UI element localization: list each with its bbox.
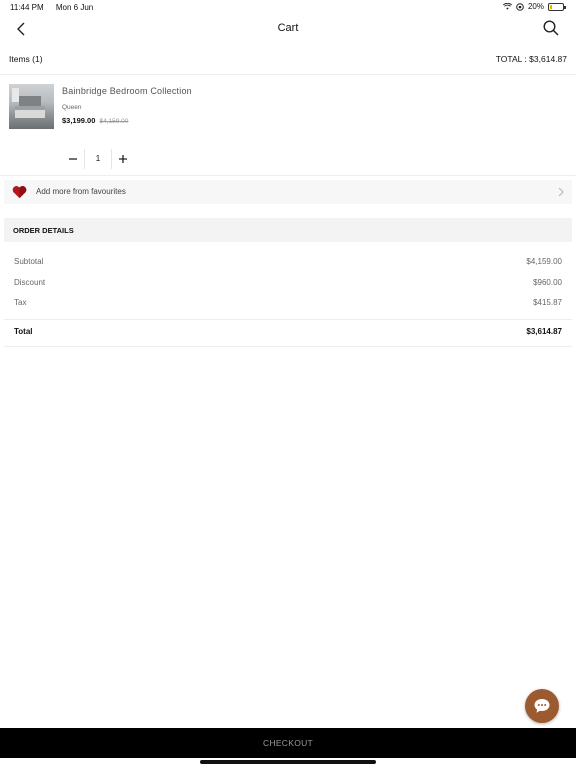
total-value: $3,614.87 [529,54,567,64]
battery-fill [550,4,553,9]
status-right: 20% [502,2,566,11]
wifi-icon [502,3,512,10]
tax-value: $415.87 [533,298,562,307]
image-window [12,88,19,102]
items-count: Items (1) [9,54,43,64]
chevron-right-icon [558,187,564,197]
orientation-lock-icon [516,2,524,11]
product-name[interactable]: Bainbridge Bedroom Collection [62,86,192,96]
checkout-button[interactable]: CHECKOUT [0,728,576,758]
favourites-label: Add more from favourites [36,187,126,196]
home-indicator[interactable] [200,760,376,764]
tax-label: Tax [14,298,27,307]
heart-icon [12,186,27,199]
price-original: $4,159.00 [99,118,129,125]
search-icon[interactable] [542,19,560,37]
total-label: TOTAL : [495,54,527,64]
status-time: 11:44 PM [10,3,44,12]
product-image[interactable] [9,84,54,129]
order-total-label: Total [14,327,33,336]
quantity-stepper: 1 [62,149,134,169]
order-total-line: Total $3,614.87 [14,327,562,341]
cart-summary: Items (1) TOTAL : $3,614.87 [0,52,576,68]
decrease-quantity-button[interactable] [62,149,84,169]
page-title: Cart [277,22,299,34]
image-bed [15,106,45,118]
price-row: $3,199.00 $4,159.00 [62,116,128,125]
discount-label: Discount [14,278,46,287]
tax-line: Tax $415.87 [14,298,562,310]
order-details-title: ORDER DETAILS [13,226,74,235]
add-from-favourites-button[interactable]: Add more from favourites [4,180,572,204]
status-left: 11:44 PM Mon 6 Jun [10,3,103,12]
status-date: Mon 6 Jun [55,3,94,12]
order-details-lines: Subtotal $4,159.00 Discount $960.00 Tax … [4,246,572,318]
chat-bubble-icon [534,699,550,713]
increase-quantity-button[interactable] [112,149,134,169]
subtotal-label: Subtotal [14,257,44,266]
status-bar: 11:44 PM Mon 6 Jun 20% [0,0,576,14]
cart-item: Bainbridge Bedroom Collection Queen $3,1… [0,74,576,176]
cart-total: TOTAL : $3,614.87 [496,54,567,64]
discount-line: Discount $960.00 [14,278,562,290]
subtotal-line: Subtotal $4,159.00 [14,257,562,269]
checkout-label: CHECKOUT [262,738,314,748]
order-total-value: $3,614.87 [526,327,562,336]
plus-icon [119,155,127,163]
order-details-header: ORDER DETAILS [4,218,572,242]
price-current: $3,199.00 [62,116,96,125]
battery-icon [548,2,566,11]
discount-value: $960.00 [533,278,562,287]
chat-button[interactable] [525,689,559,723]
nav-bar: Cart [0,14,576,44]
subtotal-value: $4,159.00 [526,257,562,266]
minus-icon [69,158,77,160]
quantity-value[interactable]: 1 [84,149,112,169]
battery-percent: 20% [527,2,544,11]
product-variant: Queen [62,104,82,111]
order-divider [4,319,572,320]
total-divider [4,346,572,347]
